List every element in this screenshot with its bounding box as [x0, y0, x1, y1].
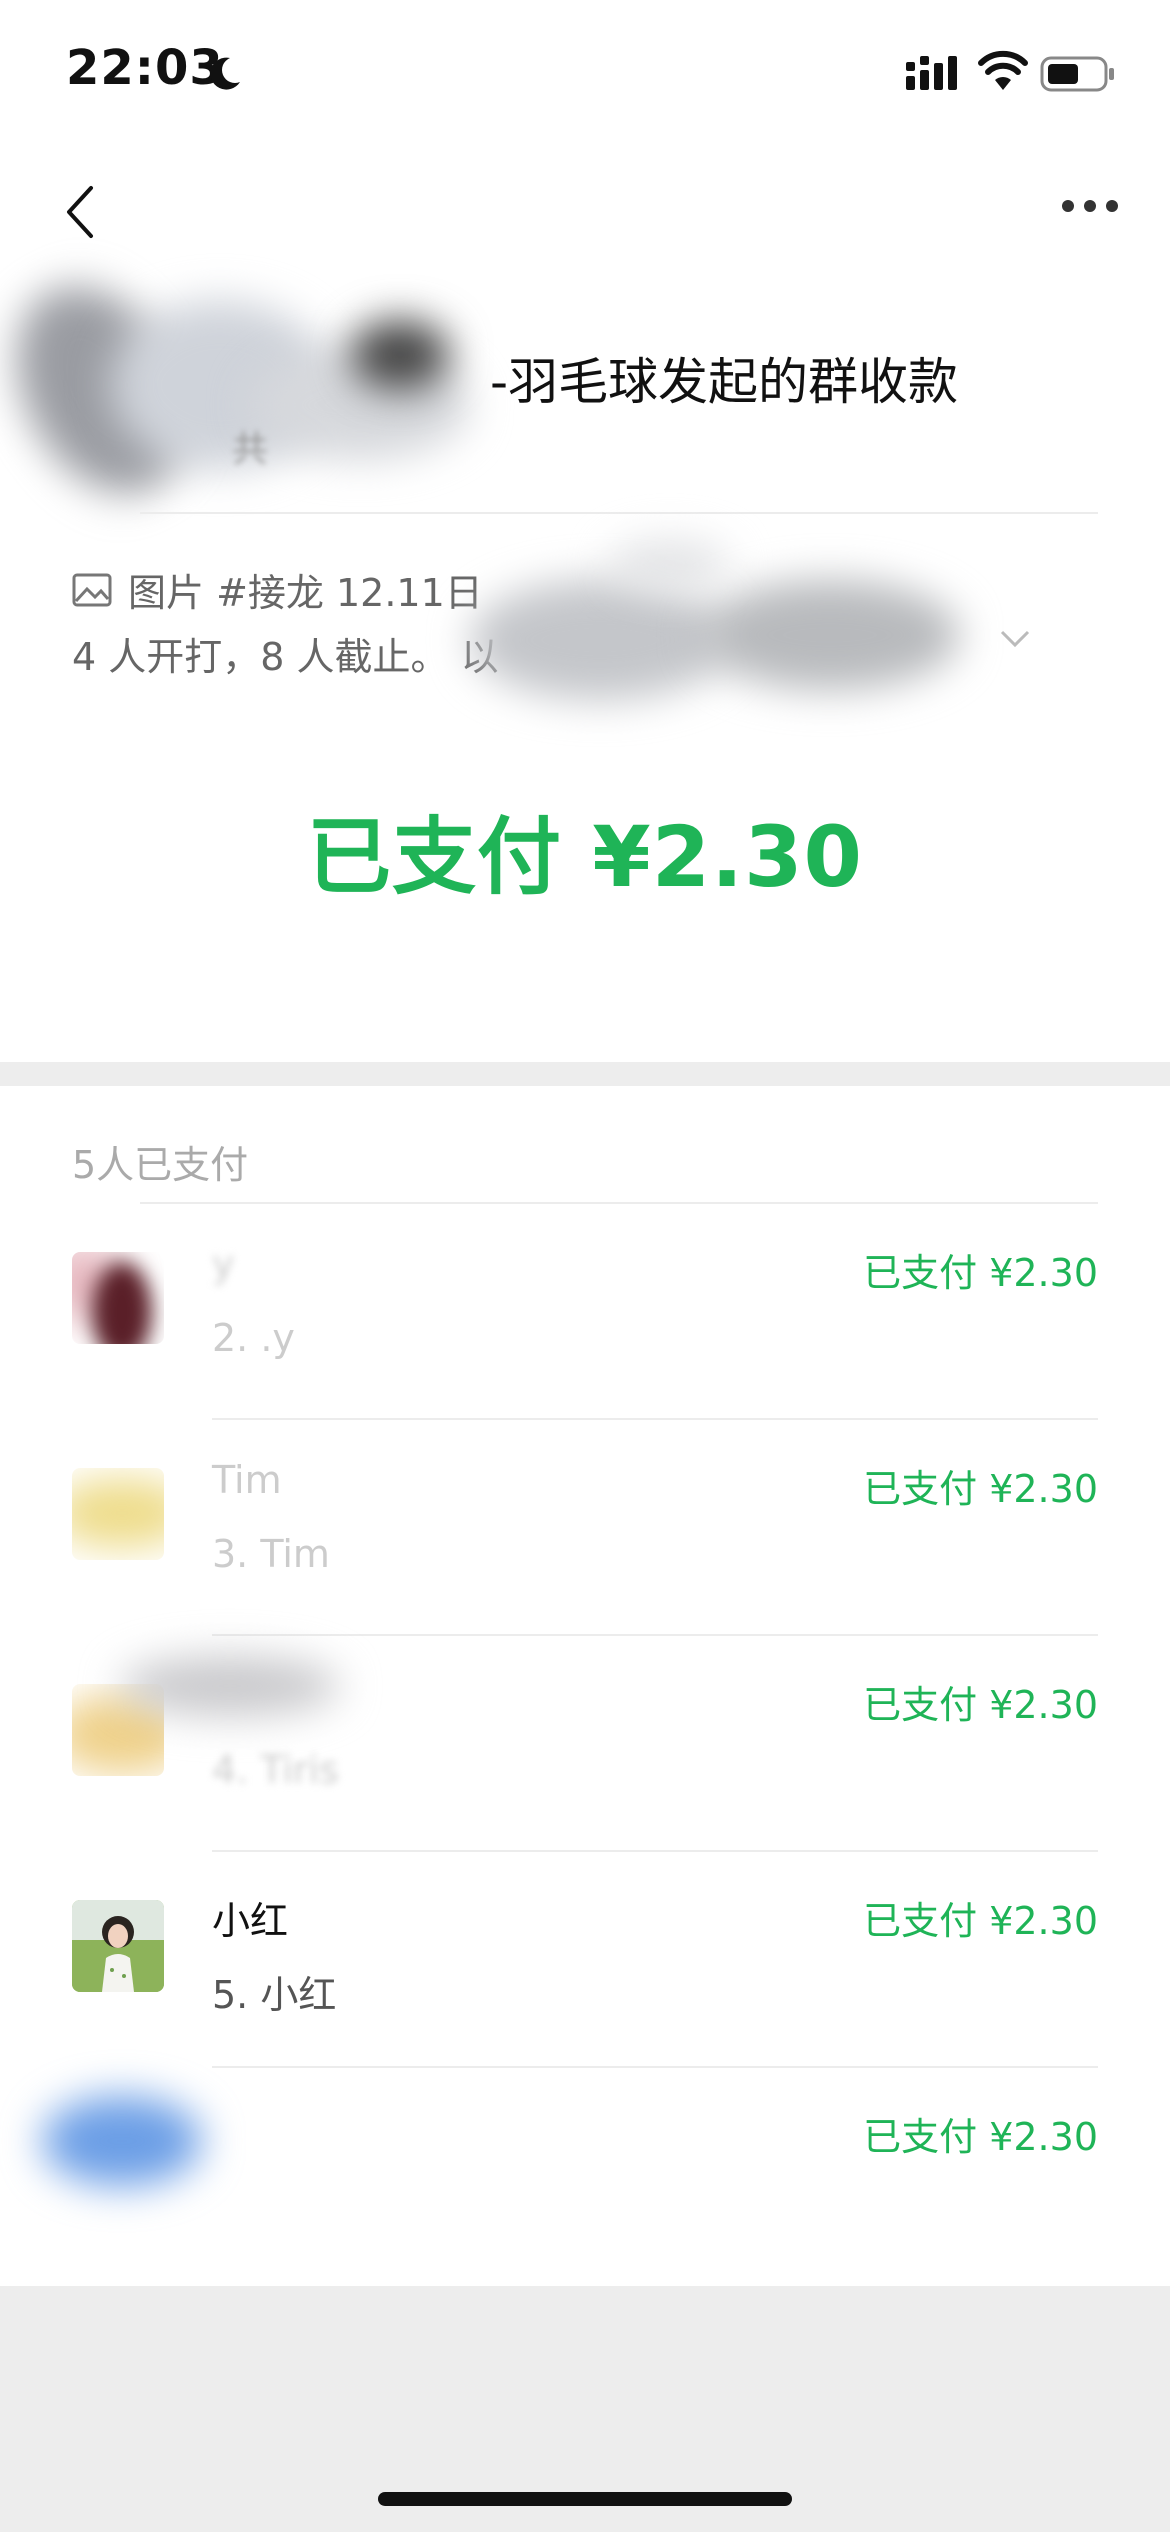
back-button[interactable]	[44, 176, 116, 248]
payer-amount: 已支付 ¥2.30	[863, 1251, 1098, 1295]
more-icon	[1062, 200, 1118, 212]
payer-row[interactable]: 小红 5. 小红 已支付 ¥2.30	[0, 1852, 1170, 2068]
note-line-2: 4 人开打，8 人截止。 以	[72, 635, 499, 679]
payers-list: 5人已支付 y 2. .y 已支付 ¥2.30 Tim 3. Tim 已支付 ¥…	[0, 1086, 1170, 2286]
payer-row[interactable]: y 2. .y 已支付 ¥2.30	[0, 1204, 1170, 1420]
payers-count-header: 5人已支付	[72, 1143, 249, 1187]
avatar	[72, 1252, 164, 1344]
avatar-photo	[72, 1900, 164, 1992]
avatar	[42, 2096, 202, 2208]
signal-icon	[906, 56, 957, 90]
payer-row[interactable]: 4. Tiris 已支付 ¥2.30	[0, 1636, 1170, 1852]
payer-name: y	[212, 1242, 235, 1286]
chevron-down-icon[interactable]	[998, 628, 1032, 650]
battery-icon	[1040, 56, 1114, 92]
home-indicator[interactable]	[378, 2492, 792, 2506]
note-line-1-text: 图片 #接龙 12.11日	[128, 571, 483, 615]
collection-detail-card: 22:03 -羽毛球发起的群收款 共 图片 #接龙 12.11日 4 人开打，8…	[0, 0, 1170, 1062]
payer-name: 小红	[212, 1899, 289, 1943]
paid-amount-summary: 已支付 ¥2.30	[307, 808, 863, 906]
divider	[140, 512, 1098, 514]
avatar	[72, 1900, 164, 1992]
payer-amount: 已支付 ¥2.30	[863, 1683, 1098, 1727]
more-button[interactable]	[1050, 176, 1130, 236]
collection-title: -羽毛球发起的群收款	[490, 353, 959, 411]
image-icon	[72, 573, 112, 606]
payer-note: 3. Tim	[212, 1532, 330, 1576]
payer-amount: 已支付 ¥2.30	[863, 2115, 1098, 2159]
payer-note: 5. 小红	[212, 1973, 337, 2017]
wifi-icon	[978, 50, 1028, 90]
payer-row[interactable]: 已支付 ¥2.30	[0, 2068, 1170, 2284]
back-icon	[67, 186, 93, 238]
payer-name: Tim	[212, 1458, 282, 1502]
payer-note: 2. .y	[212, 1316, 295, 1360]
status-bar: 22:03	[0, 0, 1170, 140]
avatar	[72, 1468, 164, 1560]
moon-icon	[210, 57, 240, 90]
payer-amount: 已支付 ¥2.30	[863, 1899, 1098, 1943]
payer-amount: 已支付 ¥2.30	[863, 1467, 1098, 1511]
collection-subtitle: 共	[232, 429, 269, 470]
status-time: 22:03	[66, 40, 224, 96]
payer-row[interactable]: Tim 3. Tim 已支付 ¥2.30	[0, 1420, 1170, 1636]
payer-note: 4. Tiris	[212, 1748, 339, 1792]
note-line-1: 图片 #接龙 12.11日	[72, 562, 483, 617]
